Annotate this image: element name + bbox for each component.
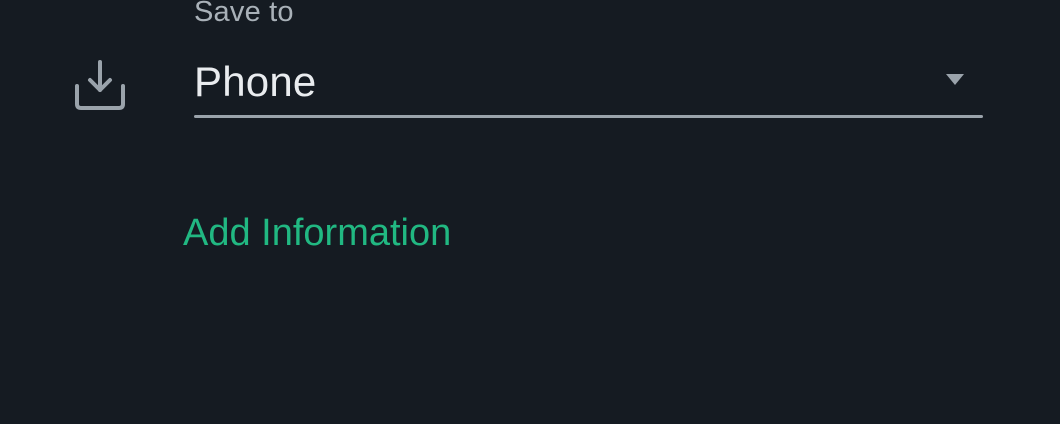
contact-save-section: Save to Phone Add Information [0,0,1060,424]
save-to-value: Phone [194,58,317,105]
select-underline [194,115,983,118]
save-to-select[interactable]: Phone [194,56,983,118]
save-to-label: Save to [194,0,294,28]
download-icon [73,58,127,112]
chevron-down-icon[interactable] [945,73,965,87]
add-information-button[interactable]: Add Information [183,210,451,256]
